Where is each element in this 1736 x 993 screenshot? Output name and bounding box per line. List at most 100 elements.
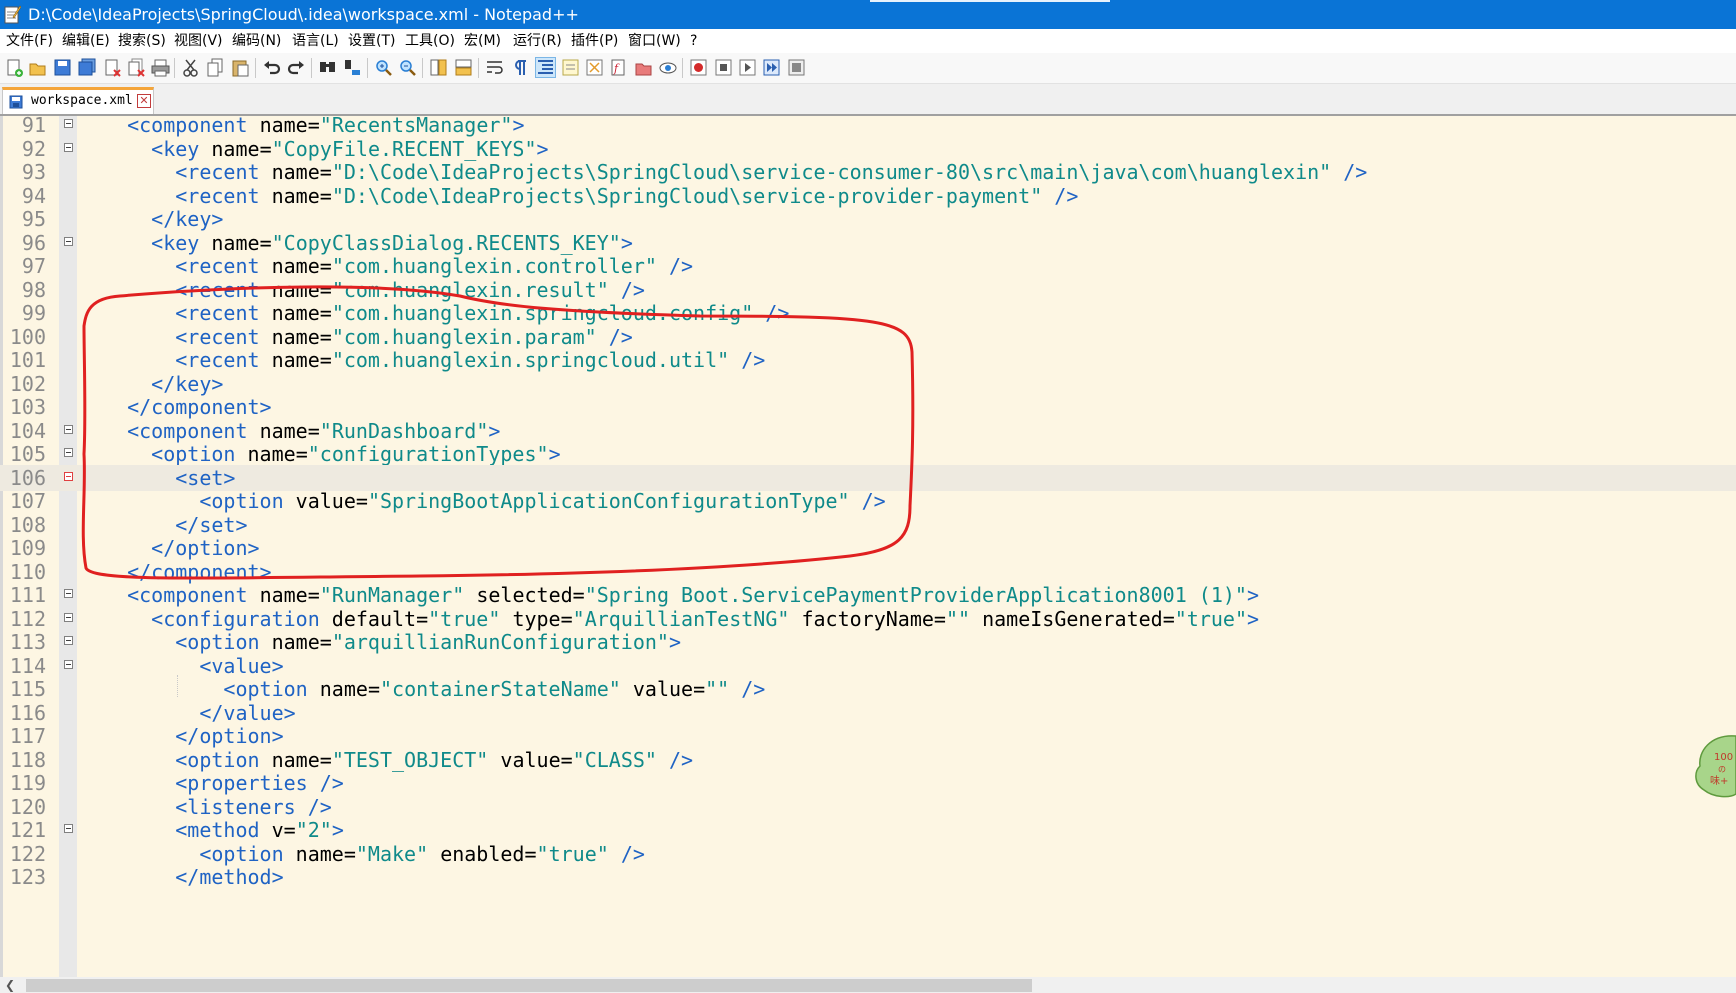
code-text[interactable]: </option>	[103, 723, 283, 749]
code-text[interactable]: <option name="configurationTypes">	[103, 441, 560, 467]
save-icon[interactable]	[53, 58, 72, 77]
menu-item-11[interactable]: 窗口(W)	[628, 29, 681, 53]
code-line[interactable]: 117 </option>	[0, 723, 1736, 749]
code-text[interactable]: </option>	[103, 535, 259, 561]
fold-toggle-icon[interactable]	[64, 472, 73, 481]
fold-toggle-icon[interactable]	[64, 237, 73, 246]
word-wrap-icon[interactable]	[485, 58, 504, 77]
scrollbar-thumb[interactable]	[26, 979, 1032, 992]
code-text[interactable]: </method>	[103, 864, 283, 890]
replace-icon[interactable]	[343, 58, 362, 77]
save-all-icon[interactable]	[78, 58, 97, 77]
save-macro-icon[interactable]	[787, 58, 806, 77]
run-macro-multiple-icon[interactable]	[762, 58, 781, 77]
code-line[interactable]: 119 <properties />	[0, 770, 1736, 796]
show-all-chars-icon[interactable]	[510, 58, 529, 77]
close-all-icon[interactable]	[127, 58, 146, 77]
code-text[interactable]: <recent name="com.huanglexin.springcloud…	[103, 347, 765, 373]
new-file-icon[interactable]	[5, 58, 24, 77]
menu-item-0[interactable]: 文件(F)	[6, 29, 53, 53]
code-line[interactable]: 91 <component name="RecentsManager">	[0, 116, 1736, 138]
code-text[interactable]: <recent name="com.huanglexin.controller"…	[103, 253, 693, 279]
fold-toggle-icon[interactable]	[64, 824, 73, 833]
code-text[interactable]: <option value="SpringBootApplicationConf…	[103, 488, 885, 514]
function-list-icon[interactable]: f	[609, 58, 628, 77]
menu-item-2[interactable]: 搜索(S)	[118, 29, 166, 53]
code-text[interactable]: </component>	[103, 394, 272, 420]
menu-item-3[interactable]: 视图(V)	[174, 29, 223, 53]
code-line[interactable]: 123 </method>	[0, 864, 1736, 890]
play-macro-icon[interactable]	[738, 58, 757, 77]
code-line[interactable]: 121 <method v="2">	[0, 817, 1736, 843]
cut-icon[interactable]	[181, 58, 200, 77]
menu-item-10[interactable]: 插件(P)	[571, 29, 618, 53]
fold-toggle-icon[interactable]	[64, 425, 73, 434]
fold-toggle-icon[interactable]	[64, 448, 73, 457]
menu-item-12[interactable]: ?	[690, 29, 697, 53]
fold-toggle-icon[interactable]	[64, 119, 73, 128]
code-text[interactable]: </key>	[103, 206, 223, 232]
stop-record-icon[interactable]	[714, 58, 733, 77]
code-text[interactable]: <method v="2">	[103, 817, 344, 843]
menu-item-5[interactable]: 语言(L)	[292, 29, 339, 53]
udl-icon[interactable]	[561, 58, 580, 77]
undo-icon[interactable]	[262, 58, 281, 77]
paste-icon[interactable]	[231, 58, 250, 77]
menu-item-7[interactable]: 工具(O)	[405, 29, 455, 53]
code-text[interactable]: <option name="arquillianRunConfiguration…	[103, 629, 681, 655]
record-macro-icon[interactable]	[689, 58, 708, 77]
fold-toggle-icon[interactable]	[64, 660, 73, 669]
code-line[interactable]: 113 <option name="arquillianRunConfigura…	[0, 629, 1736, 655]
toolbar-separator	[174, 58, 175, 78]
menu-item-9[interactable]: 运行(R)	[513, 29, 562, 53]
code-line[interactable]: 99 <recent name="com.huanglexin.springcl…	[0, 300, 1736, 326]
toolbar-separator	[478, 58, 479, 78]
code-text[interactable]: <recent name="com.huanglexin.springcloud…	[103, 300, 789, 326]
line-number: 111	[9, 583, 46, 607]
monitor-icon[interactable]	[658, 58, 677, 77]
code-text[interactable]: <recent name="D:\Code\IdeaProjects\Sprin…	[103, 159, 1367, 185]
fold-toggle-icon[interactable]	[64, 143, 73, 152]
fold-toggle-icon[interactable]	[64, 589, 73, 598]
zoom-in-icon[interactable]	[374, 58, 393, 77]
doc-map-icon[interactable]	[585, 58, 604, 77]
code-line[interactable]: 105 <option name="configurationTypes">	[0, 441, 1736, 467]
code-text[interactable]: <component name="RecentsManager">	[103, 116, 524, 138]
line-number: 117	[9, 724, 46, 748]
code-text[interactable]: <properties />	[103, 770, 344, 796]
menu-item-8[interactable]: 宏(M)	[464, 29, 501, 53]
code-text[interactable]: <component name="RunManager" selected="S…	[103, 582, 1259, 608]
code-line[interactable]: 97 <recent name="com.huanglexin.controll…	[0, 253, 1736, 279]
menu-item-6[interactable]: 设置(T)	[348, 29, 395, 53]
fold-toggle-icon[interactable]	[64, 613, 73, 622]
menu-item-4[interactable]: 编码(N)	[232, 29, 281, 53]
indent-guide-icon[interactable]	[535, 57, 556, 78]
sync-horizontal-icon[interactable]	[454, 58, 473, 77]
code-editor[interactable]: 91 <component name="RecentsManager"> 92 <…	[0, 116, 1736, 977]
find-icon[interactable]	[318, 58, 337, 77]
folder-workspace-icon[interactable]	[634, 58, 653, 77]
open-file-icon[interactable]	[28, 58, 47, 77]
scroll-left-icon[interactable]: ❮	[5, 977, 15, 993]
close-icon[interactable]	[103, 58, 122, 77]
sync-vertical-icon[interactable]	[429, 58, 448, 77]
print-icon[interactable]	[151, 58, 170, 77]
code-line[interactable]: 95 </key>	[0, 206, 1736, 232]
fold-toggle-icon[interactable]	[64, 636, 73, 645]
code-line[interactable]: 101 <recent name="com.huanglexin.springc…	[0, 347, 1736, 373]
code-line[interactable]: 111 <component name="RunManager" selecte…	[0, 582, 1736, 608]
close-tab-icon[interactable]: ✕	[137, 94, 151, 108]
code-line[interactable]: 107 <option value="SpringBootApplication…	[0, 488, 1736, 514]
code-line[interactable]: 115 <option name="containerStateName" va…	[0, 676, 1736, 702]
horizontal-scrollbar[interactable]: ❮	[0, 977, 1736, 993]
code-text[interactable]: <option name="containerStateName" value=…	[103, 676, 765, 702]
redo-icon[interactable]	[287, 58, 306, 77]
code-line[interactable]: 93 <recent name="D:\Code\IdeaProjects\Sp…	[0, 159, 1736, 185]
copy-icon[interactable]	[206, 58, 225, 77]
toolbar-separator	[422, 58, 423, 78]
code-line[interactable]: 103 </component>	[0, 394, 1736, 420]
code-line[interactable]: 109 </option>	[0, 535, 1736, 561]
tab-workspace-xml[interactable]: workspace.xml ✕	[2, 87, 154, 114]
menu-item-1[interactable]: 编辑(E)	[62, 29, 110, 53]
zoom-out-icon[interactable]	[398, 58, 417, 77]
